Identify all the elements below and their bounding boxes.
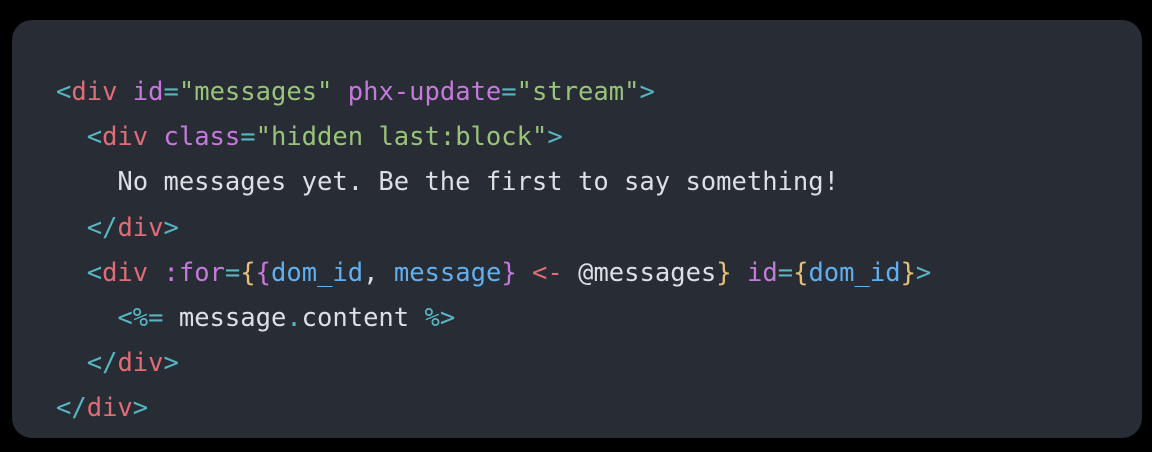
code-token: < [56, 77, 72, 107]
code-line: </div> [56, 206, 931, 251]
code-token: "hidden last:block" [255, 122, 548, 153]
code-block[interactable]: <div id="messages" phx-update="stream"> … [56, 70, 931, 432]
code-token: > [132, 393, 149, 424]
code-token: = [240, 122, 256, 153]
code-token: div [117, 212, 164, 243]
code-token: < [86, 122, 103, 153]
code-line: No messages yet. Be the first to say som… [56, 160, 931, 205]
code-line: <div :for={{dom_id, message} <- @message… [56, 251, 932, 296]
code-token: . [286, 302, 302, 333]
code-line: </div> [56, 386, 931, 431]
code-token: > [915, 257, 932, 288]
code-token: <%= [117, 302, 164, 333]
code-token: { [240, 257, 256, 288]
code-token: { [793, 257, 809, 288]
code-token: div [102, 257, 149, 288]
code-token: :for [163, 257, 225, 288]
code-token: id [747, 257, 778, 288]
code-line: <div id="messages" phx-update="stream"> [56, 70, 931, 115]
code-token: } [900, 257, 916, 288]
code-token: @messages [562, 257, 717, 288]
code-token: = [224, 257, 241, 288]
code-token: { [255, 257, 271, 288]
code-token: %> [424, 302, 456, 333]
code-token: } [716, 257, 732, 288]
code-token: id [132, 77, 164, 107]
code-token: div [102, 122, 149, 153]
code-token: = [777, 257, 794, 288]
code-card: <div id="messages" phx-update="stream"> … [12, 20, 1142, 438]
code-token: div [86, 393, 133, 424]
code-token: , [363, 257, 394, 288]
code-token: dom_id [808, 257, 901, 288]
code-token: class [163, 122, 241, 153]
code-token: "stream" [516, 77, 640, 107]
code-token: div [71, 77, 118, 107]
code-token: </ [86, 348, 118, 379]
code-token: </ [56, 393, 87, 424]
code-token: > [639, 77, 655, 107]
code-line: <div class="hidden last:block"> [56, 115, 931, 160]
code-token: > [163, 348, 179, 379]
code-token: dom_id [271, 257, 364, 288]
code-token: message [163, 302, 287, 333]
code-token: No messages yet. Be the first to say som… [56, 167, 839, 198]
code-token: div [117, 348, 164, 379]
code-token: > [547, 122, 563, 153]
code-token: < [86, 257, 103, 288]
code-line: <%= message.content %> [56, 296, 931, 341]
code-token: </ [86, 212, 118, 243]
code-token: > [163, 212, 179, 243]
code-token: message [393, 257, 502, 288]
code-line: </div> [56, 341, 931, 386]
code-token: } [501, 257, 517, 288]
code-token: content [301, 302, 425, 333]
code-token: phx-update [347, 77, 502, 107]
code-token: <- [532, 257, 563, 288]
code-token: "messages" [178, 77, 333, 107]
code-token: = [501, 77, 517, 107]
code-token: = [163, 77, 179, 107]
